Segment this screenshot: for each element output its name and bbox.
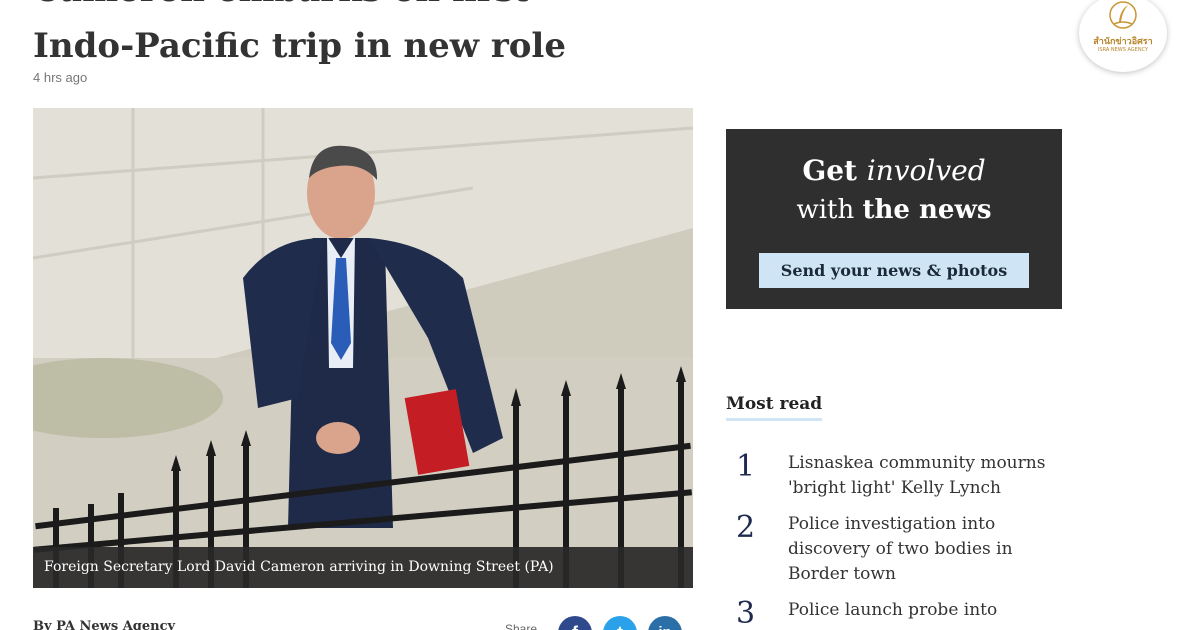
article-headline: Cameron embarks on first Indo-Pacific tr… <box>33 0 1033 74</box>
share-label: Share <box>505 622 538 630</box>
headline-line-2: Indo-Pacific trip in new role <box>33 26 566 66</box>
most-read-rank: 2 <box>736 510 756 545</box>
linkedin-icon: in <box>658 624 671 630</box>
headline-line-1: Cameron embarks on first <box>33 0 529 10</box>
most-read-rank: 1 <box>736 449 756 484</box>
logo-name: สำนักข่าวอิศรา <box>1093 37 1153 47</box>
promo-text-involved: involved <box>866 154 986 187</box>
twitter-icon: t <box>617 623 623 630</box>
isra-news-logo: สำนักข่าวอิศรา ISRA NEWS AGENCY <box>1079 0 1167 72</box>
linkedin-share-button[interactable]: in <box>648 616 682 630</box>
quill-icon <box>1109 1 1137 29</box>
article-timestamp: 4 hrs ago <box>33 70 88 85</box>
most-read-link[interactable]: Police investigation into discovery of t… <box>788 512 1068 587</box>
most-read-link[interactable]: Police launch probe into <box>788 598 1068 623</box>
promo-text-get: Get <box>802 154 867 187</box>
most-read-heading: Most read <box>726 394 823 421</box>
facebook-icon: f <box>572 623 578 630</box>
twitter-share-button[interactable]: t <box>603 616 637 630</box>
facebook-share-button[interactable]: f <box>558 616 592 630</box>
photo-illustration <box>33 108 693 588</box>
promo-text-with: with <box>796 195 863 225</box>
most-read-rank: 3 <box>736 596 756 630</box>
article-photo: Foreign Secretary Lord David Cameron arr… <box>33 108 693 588</box>
promo-line-1: Get involved <box>726 154 1062 187</box>
promo-text-the-news: the news <box>862 195 992 225</box>
logo-subtitle: ISRA NEWS AGENCY <box>1097 47 1149 53</box>
photo-caption: Foreign Secretary Lord David Cameron arr… <box>33 547 693 588</box>
send-news-button[interactable]: Send your news & photos <box>759 253 1029 288</box>
get-involved-promo: Get involved with the news Send your new… <box>726 129 1062 309</box>
promo-line-2: with the news <box>726 195 1062 225</box>
article-byline[interactable]: By PA News Agency <box>33 619 175 630</box>
most-read-link[interactable]: Lisnaskea community mourns 'bright light… <box>788 451 1068 501</box>
